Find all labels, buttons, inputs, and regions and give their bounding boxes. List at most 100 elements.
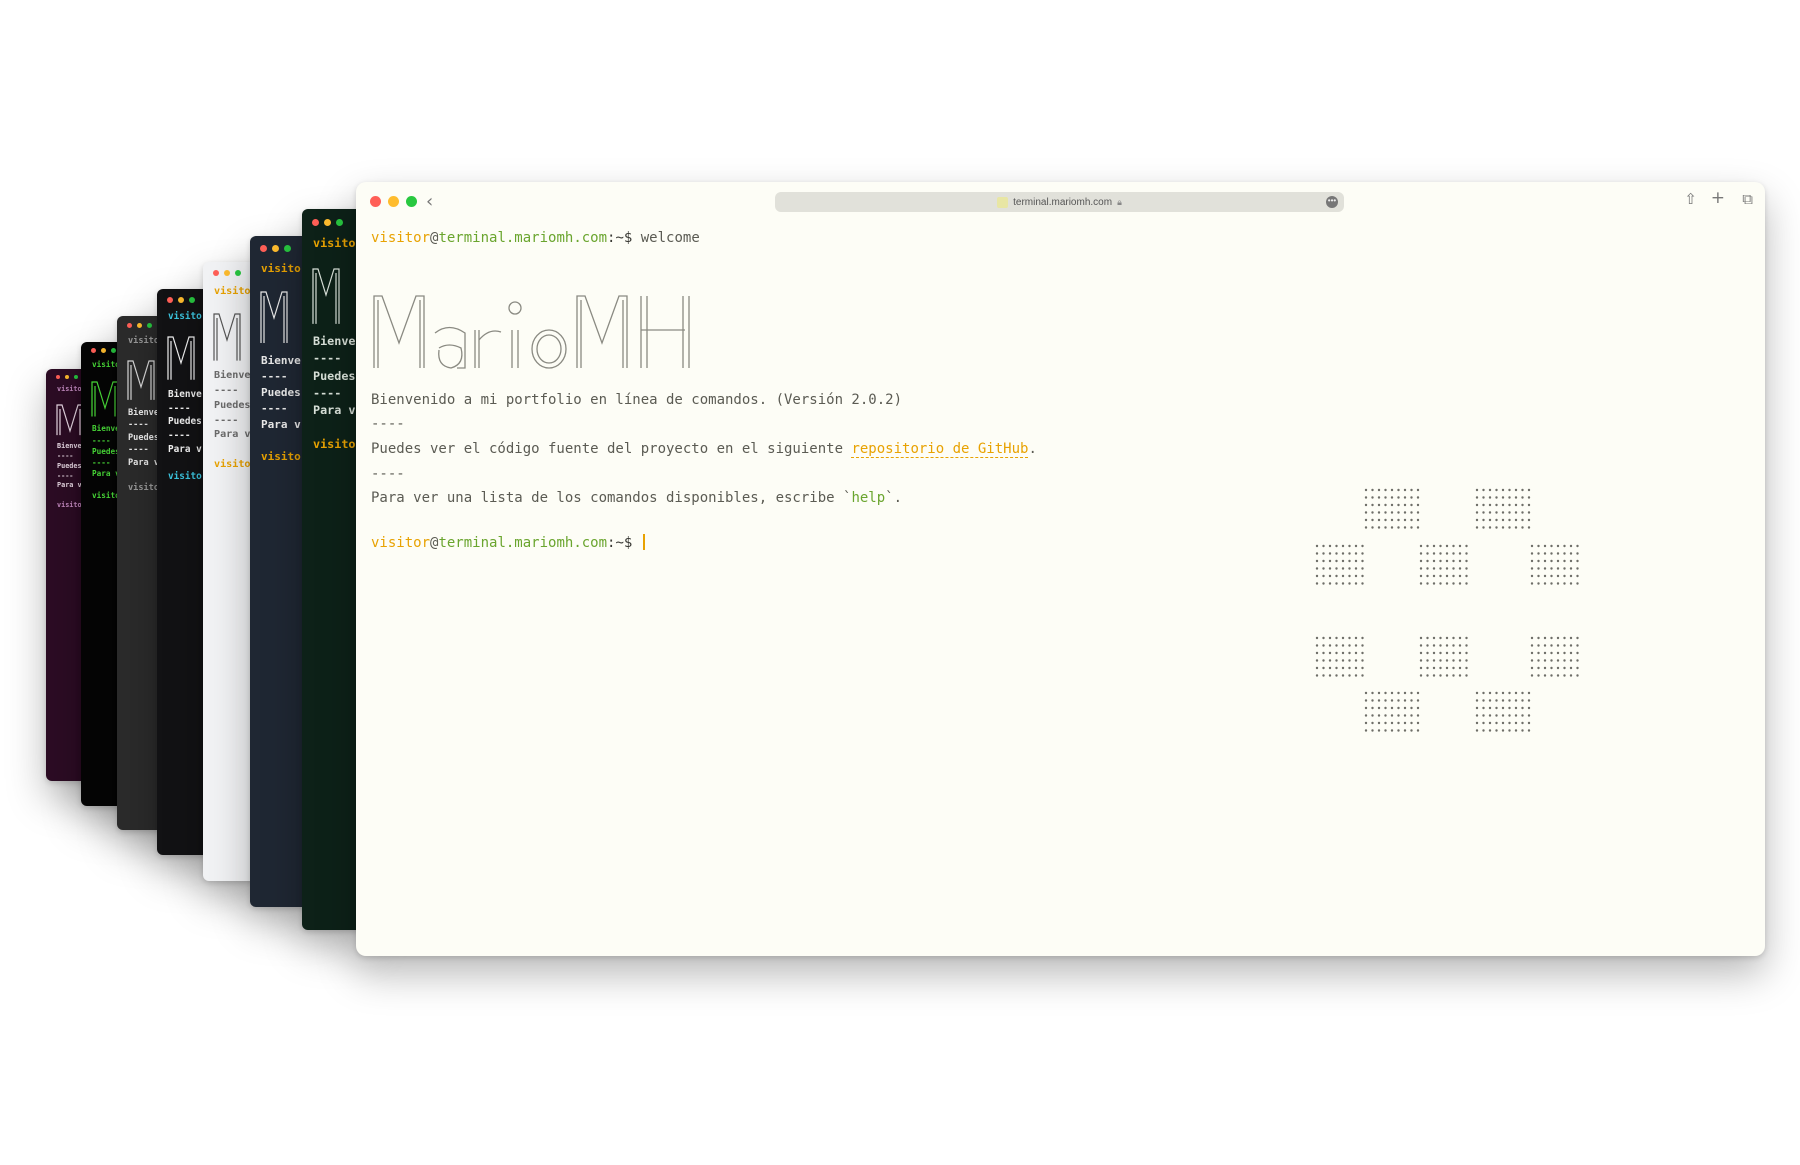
dot [1482,526,1485,529]
dot [1335,567,1338,570]
dot [1458,674,1462,677]
mini-prompt: visito [313,437,356,451]
dot [1452,567,1455,570]
dot [1482,729,1485,732]
dot [1348,644,1351,647]
dot [1397,706,1400,710]
dot [1364,714,1368,717]
tab-overview-icon[interactable]: ⧉ [1742,190,1753,208]
share-icon[interactable]: ⇧ [1684,190,1697,208]
dot [1348,567,1351,570]
dot [1495,511,1498,514]
dot [1465,559,1468,563]
close-window-button [167,297,173,303]
dot [1439,567,1442,570]
dot [1397,511,1400,514]
dot [1458,636,1462,640]
mini-separator: ---- [57,452,74,460]
minimize-window-button [272,245,279,252]
dot [1530,567,1534,570]
dot [1527,526,1531,529]
dot [1556,674,1560,677]
dot [1445,582,1449,585]
dot [1550,567,1553,570]
dot [1315,651,1319,655]
back-arrow-icon[interactable]: ‹ [426,191,433,212]
maximize-window-button[interactable] [406,196,417,207]
dot [1530,559,1534,563]
dot [1488,518,1492,522]
dot [1576,567,1579,570]
dot [1354,659,1358,662]
dot [1377,496,1381,499]
github-repo-link[interactable]: repositorio de GitHub [851,441,1029,458]
dot [1371,699,1374,702]
dot [1419,674,1423,677]
dot [1361,552,1364,555]
prompt-user: visitor [371,230,431,246]
dot [1328,674,1332,677]
dot [1364,706,1368,710]
dot [1328,544,1332,548]
dot [1341,659,1345,662]
dot [1452,636,1455,640]
dot [1403,503,1407,507]
dot [1495,721,1498,725]
mini-text-line: Bienve [92,424,120,433]
dot [1530,666,1534,670]
dot [1458,651,1462,655]
more-options-icon[interactable]: ••• [1326,196,1338,208]
dot [1432,544,1436,548]
dot [1550,659,1553,662]
address-bar[interactable]: terminal.mariomh.com 🔒︎ ••• [775,192,1344,212]
dot [1371,503,1374,507]
mini-text-line: Puedes [313,369,356,383]
minimize-window-button[interactable] [388,196,399,207]
dot [1416,706,1420,710]
dot [1335,574,1338,578]
dot [1426,559,1429,563]
dot [1482,691,1485,695]
command-input-line[interactable]: visitor@terminal.mariomh.com:~$ [371,534,645,551]
dot [1521,511,1524,514]
dot [1521,526,1524,529]
dot [1501,511,1505,514]
dot [1315,574,1319,578]
dot [1410,691,1413,695]
new-tab-icon[interactable]: + [1711,188,1725,208]
dot [1527,511,1531,514]
dot [1361,582,1364,585]
maximize-window-button [111,348,116,353]
dot [1445,559,1449,563]
dot [1377,729,1381,732]
dot [1521,503,1524,507]
dot [1322,666,1325,670]
terminal-output[interactable]: visitor@terminal.mariomh.com:~$ welcome [371,230,1765,956]
dot [1475,518,1479,522]
site-favicon-icon [997,196,1009,208]
close-window-button[interactable] [370,196,381,207]
dot [1576,559,1579,563]
mini-prompt: visito [57,501,82,509]
dot [1475,488,1479,492]
mini-prompt: visito [214,286,251,297]
dot [1354,666,1358,670]
dot [1508,511,1511,514]
dot [1432,659,1436,662]
dot [1397,526,1400,529]
dot [1514,714,1518,717]
dot [1377,526,1381,529]
dot [1377,691,1381,695]
mini-text-line: Puedes [168,416,202,427]
dot [1315,666,1319,670]
dot [1569,574,1573,578]
dot [1377,518,1381,522]
dot [1465,552,1468,555]
dot [1397,714,1400,717]
dot [1508,721,1511,725]
mariomh-ascii-logo [373,295,690,369]
dot [1432,651,1436,655]
prompt-user: visitor [371,535,431,551]
dot [1514,503,1518,507]
dot [1416,526,1420,529]
